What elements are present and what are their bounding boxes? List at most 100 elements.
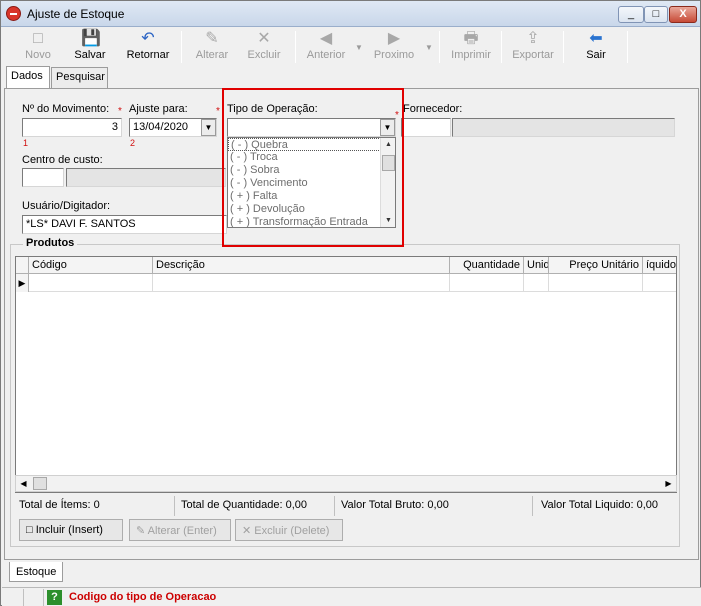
proximo-dropdown-icon[interactable]: ▼ <box>425 43 433 52</box>
centro-custo-name-display <box>66 168 226 187</box>
row-indicator-icon: ▶ <box>16 274 29 292</box>
cell-descricao[interactable] <box>153 274 450 292</box>
col-unid[interactable]: Unid <box>524 257 549 274</box>
valor-total-liquido: Valor Total Liquido: 0,00 <box>541 499 659 511</box>
toolbar-separator <box>627 31 628 63</box>
toolbar-separator <box>181 31 182 63</box>
fornecedor-code-input[interactable] <box>401 118 451 137</box>
scroll-right-icon[interactable]: ▶ <box>661 476 676 491</box>
delete-item-icon: ✕ <box>242 525 252 537</box>
title-bar: Ajuste de Estoque _ □ X <box>1 1 700 27</box>
toolbar-separator <box>563 31 564 63</box>
col-liquido[interactable]: íquido <box>643 257 676 274</box>
toolbar-separator <box>501 31 502 63</box>
fornecedor-label: Fornecedor: <box>403 103 463 115</box>
undo-icon: ↶ <box>141 30 155 47</box>
anterior-label: Anterior <box>306 49 346 61</box>
date-dropdown-icon[interactable]: ▼ <box>201 119 216 136</box>
excluir-item-button[interactable]: ✕ Excluir (Delete) <box>235 519 343 541</box>
excluir-button[interactable]: ✕ Excluir <box>239 28 289 66</box>
new-document-icon: □ <box>33 30 43 47</box>
movimento-index: 1 <box>23 138 29 148</box>
new-item-icon: □ <box>26 524 33 536</box>
novo-button[interactable]: □ Novo <box>13 28 63 66</box>
anterior-dropdown-icon[interactable]: ▼ <box>355 43 363 52</box>
col-descricao[interactable]: Descrição <box>153 257 450 274</box>
alterar-button[interactable]: ✎ Alterar <box>187 28 237 66</box>
usuario-input[interactable]: *LS* DAVI F. SANTOS <box>22 215 227 234</box>
grid-horizontal-scrollbar[interactable]: ◀ ▶ <box>15 475 677 492</box>
excluir-label: Excluir <box>247 49 281 61</box>
fornecedor-name-display <box>452 118 675 137</box>
incluir-label: Incluir (Insert) <box>35 524 103 536</box>
status-cell <box>2 589 24 606</box>
cell-preco[interactable] <box>549 274 643 292</box>
exportar-button[interactable]: ⇪ Exportar <box>507 28 559 66</box>
required-mark: * <box>118 106 122 117</box>
minimize-button[interactable]: _ <box>618 6 644 23</box>
cell-unid[interactable] <box>524 274 549 292</box>
sair-button[interactable]: ⬅ Sair <box>571 28 621 66</box>
movimento-input[interactable]: 3 <box>22 118 122 137</box>
tab-estoque[interactable]: Estoque <box>9 562 63 582</box>
grid-header: Código Descrição Quantidade Unid Preço U… <box>16 257 676 274</box>
cell-quantidade[interactable] <box>450 274 524 292</box>
novo-label: Novo <box>25 49 51 61</box>
sair-label: Sair <box>586 49 606 61</box>
proximo-button[interactable]: ▶ Proximo <box>367 28 421 66</box>
proximo-label: Proximo <box>373 49 415 61</box>
valor-total-bruto: Valor Total Bruto: 0,00 <box>341 496 533 516</box>
col-codigo[interactable]: Código <box>29 257 153 274</box>
excluir-item-label: Excluir (Delete) <box>254 525 330 537</box>
table-row[interactable]: ▶ <box>16 274 676 292</box>
usuario-label: Usuário/Digitador: <box>22 200 111 212</box>
status-cell <box>24 589 44 606</box>
main-window: Ajuste de Estoque _ □ X □ Novo 💾 Salvar … <box>0 0 701 606</box>
retornar-label: Retornar <box>126 49 170 61</box>
cell-liquido[interactable] <box>643 274 676 292</box>
salvar-button[interactable]: 💾 Salvar <box>65 28 115 66</box>
salvar-label: Salvar <box>74 49 106 61</box>
arrow-right-icon: ▶ <box>387 30 401 47</box>
scroll-thumb[interactable] <box>33 477 47 490</box>
alterar-label: Alterar <box>195 49 229 61</box>
retornar-button[interactable]: ↶ Retornar <box>121 28 175 66</box>
movimento-label: Nº do Movimento: <box>22 103 110 115</box>
save-icon: 💾 <box>81 30 101 47</box>
print-icon: 🖶 <box>463 30 479 47</box>
anterior-button[interactable]: ◀ Anterior <box>301 28 351 66</box>
produtos-grid[interactable]: Código Descrição Quantidade Unid Preço U… <box>15 256 677 493</box>
total-itens: Total de Ítems: 0 <box>19 496 175 516</box>
toolbar: □ Novo 💾 Salvar ↶ Retornar ✎ Alterar ✕ E… <box>3 28 699 66</box>
produtos-legend: Produtos <box>23 237 78 249</box>
incluir-button[interactable]: □ Incluir (Insert) <box>19 519 123 541</box>
alterar-item-button[interactable]: ✎ Alterar (Enter) <box>129 519 231 541</box>
help-icon: ? <box>47 590 62 605</box>
tab-dados[interactable]: Dados <box>6 66 50 88</box>
scroll-left-icon[interactable]: ◀ <box>16 476 31 491</box>
alterar-item-label: Alterar (Enter) <box>147 525 217 537</box>
tab-pesquisar[interactable]: Pesquisar <box>51 67 108 88</box>
imprimir-button[interactable]: 🖶 Imprimir <box>445 28 497 66</box>
delete-icon: ✕ <box>257 30 271 47</box>
grid-corner <box>16 257 29 274</box>
cell-codigo[interactable] <box>29 274 153 292</box>
imprimir-label: Imprimir <box>451 49 491 61</box>
total-quantidade: Total de Quantidade: 0,00 <box>181 496 335 516</box>
col-preco-unitario[interactable]: Preço Unitário <box>549 257 643 274</box>
required-mark: * <box>216 106 220 117</box>
edit-icon: ✎ <box>205 30 219 47</box>
status-message: Codigo do tipo de Operacao <box>69 591 217 603</box>
edit-item-icon: ✎ <box>136 525 146 537</box>
export-icon: ⇪ <box>526 30 540 47</box>
status-bar: ? Codigo do tipo de Operacao <box>2 587 701 606</box>
maximize-button[interactable]: □ <box>644 6 668 23</box>
toolbar-separator <box>439 31 440 63</box>
window-title: Ajuste de Estoque <box>27 7 125 21</box>
close-button[interactable]: X <box>669 6 697 23</box>
highlight-box <box>222 88 404 247</box>
arrow-left-icon: ◀ <box>319 30 333 47</box>
col-quantidade[interactable]: Quantidade <box>450 257 524 274</box>
centro-custo-code-input[interactable] <box>22 168 64 187</box>
exportar-label: Exportar <box>512 49 554 61</box>
